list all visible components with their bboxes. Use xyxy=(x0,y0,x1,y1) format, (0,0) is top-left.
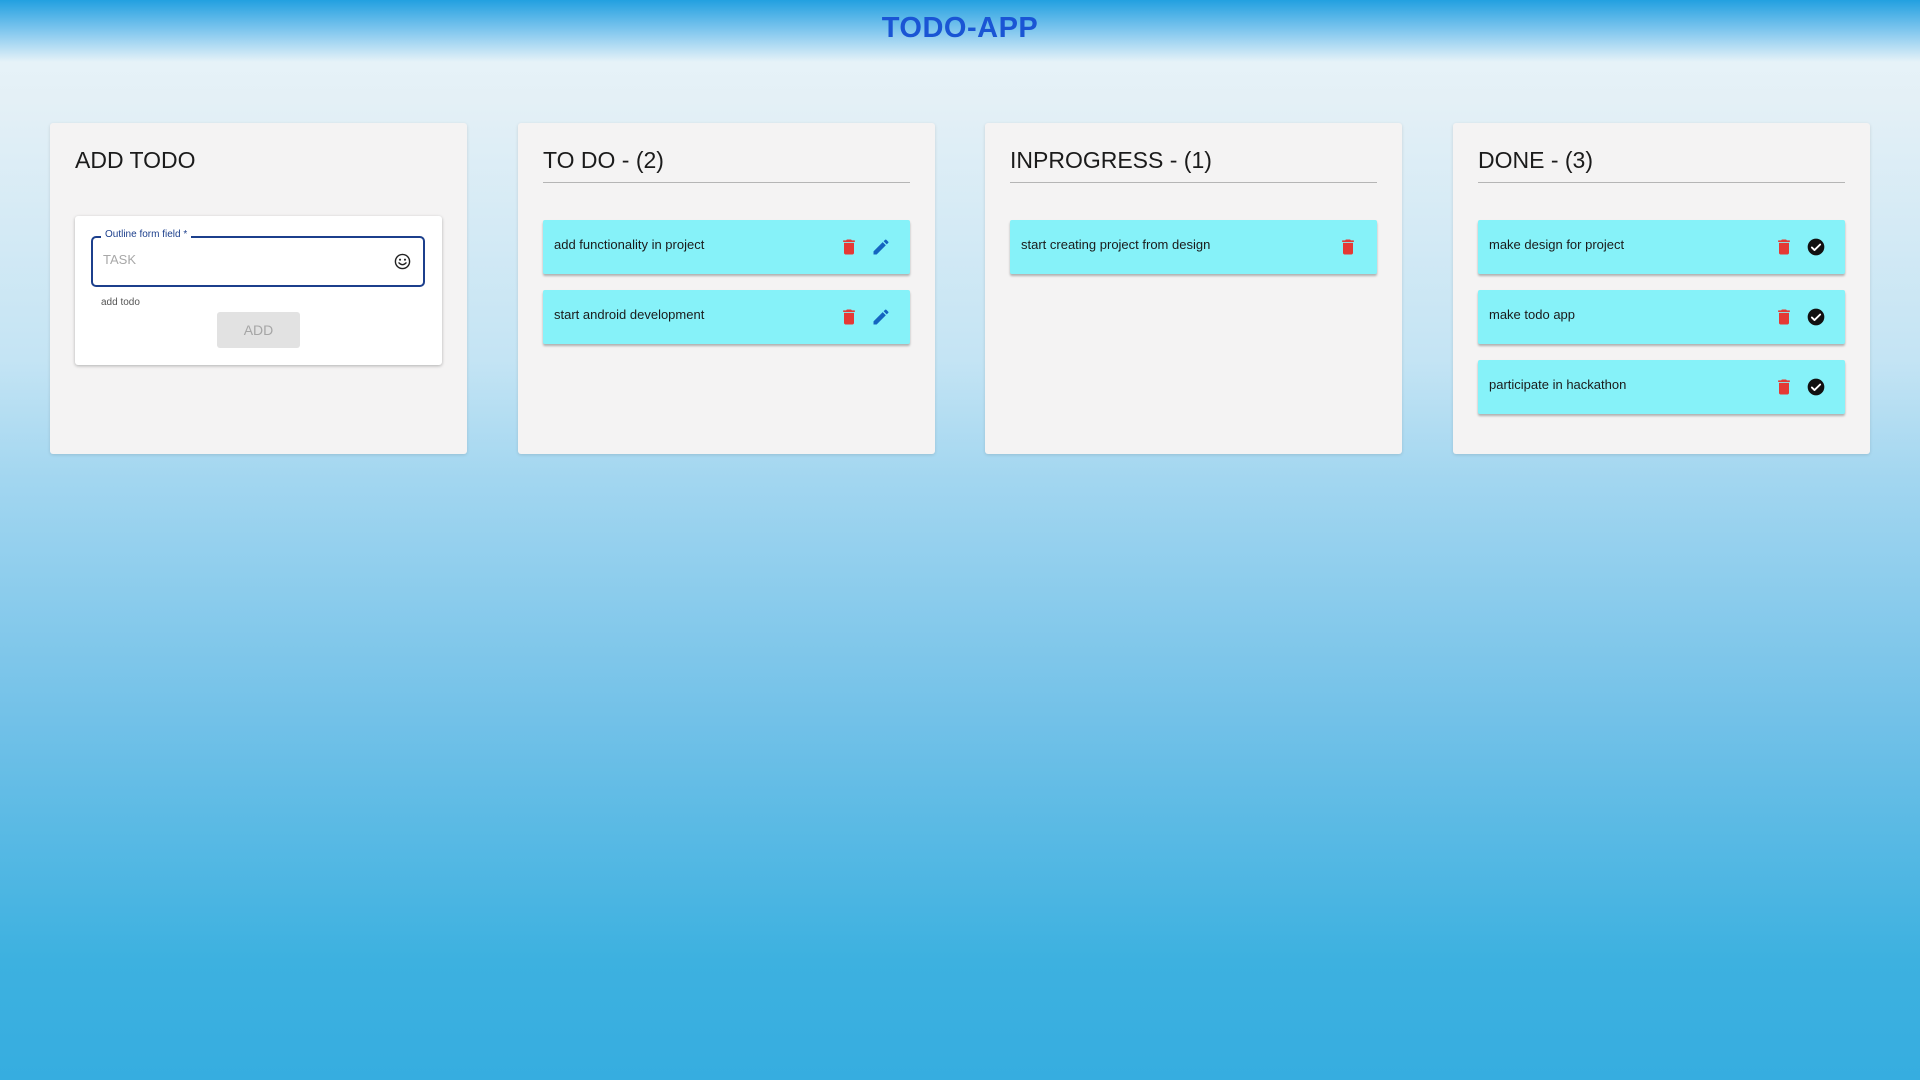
todo-task-card[interactable]: add functionality in project xyxy=(543,220,910,274)
todo-panel: TO DO - (2) add functionality in project… xyxy=(518,123,935,454)
pencil-icon[interactable] xyxy=(871,237,891,257)
inprogress-task-card[interactable]: start creating project from design xyxy=(1010,220,1377,274)
trash-icon[interactable] xyxy=(1774,237,1794,257)
todo-list: add functionality in project start andro… xyxy=(543,183,910,344)
task-label: participate in hackathon xyxy=(1489,377,1627,392)
check-circle-icon[interactable] xyxy=(1806,377,1826,397)
todo-title: TO DO - (2) xyxy=(543,147,664,173)
add-todo-panel: ADD TODO Outline form field * add todo A… xyxy=(50,123,467,454)
task-label: make todo app xyxy=(1489,307,1576,322)
trash-icon[interactable] xyxy=(1774,307,1794,327)
inprogress-title: INPROGRESS - (1) xyxy=(1010,147,1212,173)
add-todo-title: ADD TODO xyxy=(75,147,196,173)
task-label: start android development xyxy=(554,307,705,322)
inprogress-panel: INPROGRESS - (1) start creating project … xyxy=(985,123,1402,454)
task-field[interactable]: Outline form field * xyxy=(91,229,425,287)
smiley-icon[interactable] xyxy=(394,253,411,270)
task-input[interactable] xyxy=(101,251,385,268)
done-task-card[interactable]: make design for project xyxy=(1478,220,1845,274)
task-field-label: Outline form field * xyxy=(101,229,192,240)
trash-icon[interactable] xyxy=(839,237,859,257)
trash-icon[interactable] xyxy=(1338,237,1358,257)
app-title: TODO-APP xyxy=(881,12,1039,44)
add-todo-form: Outline form field * add todo ADD xyxy=(75,216,442,365)
done-task-card[interactable]: participate in hackathon xyxy=(1478,360,1845,414)
task-label: start creating project from design xyxy=(1021,237,1211,252)
done-task-card[interactable]: make todo app xyxy=(1478,290,1845,344)
add-button[interactable]: ADD xyxy=(217,312,300,348)
inprogress-list: start creating project from design xyxy=(1010,183,1377,274)
todo-task-card[interactable]: start android development xyxy=(543,290,910,344)
trash-icon[interactable] xyxy=(839,307,859,327)
check-circle-icon[interactable] xyxy=(1806,237,1826,257)
check-circle-icon[interactable] xyxy=(1806,307,1826,327)
done-panel: DONE - (3) make design for project make … xyxy=(1453,123,1870,454)
task-field-hint: add todo xyxy=(101,297,140,308)
task-label: add functionality in project xyxy=(554,237,705,252)
task-label: make design for project xyxy=(1489,237,1625,252)
trash-icon[interactable] xyxy=(1774,377,1794,397)
done-title: DONE - (3) xyxy=(1478,147,1593,173)
pencil-icon[interactable] xyxy=(871,307,891,327)
done-list: make design for project make todo app pa… xyxy=(1478,183,1845,414)
